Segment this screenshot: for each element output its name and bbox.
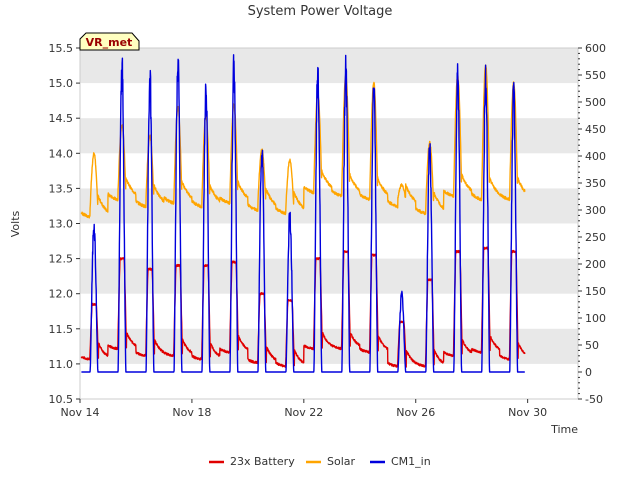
- y-tick-label: 11.5: [49, 323, 74, 336]
- site-badge: VR_met: [79, 32, 140, 51]
- y2-tick-label: 150: [585, 285, 606, 298]
- grid-band: [80, 258, 578, 294]
- grid-band: [80, 188, 578, 224]
- y-tick-label: 14.5: [49, 112, 74, 125]
- legend-label-cm1: CM1_in: [391, 455, 431, 468]
- y2-tick-label: 100: [585, 312, 606, 325]
- y2-tick-label: 300: [585, 204, 606, 217]
- y2-tick-label: 550: [585, 69, 606, 82]
- grid-band: [80, 48, 578, 84]
- y2-tick-label: 200: [585, 258, 606, 271]
- y-tick-label: 12.5: [49, 253, 74, 266]
- y2-tick-label: 500: [585, 96, 606, 109]
- x-tick-label: Nov 26: [396, 406, 435, 419]
- y2-tick-label: 0: [585, 366, 592, 379]
- y2-tick-label: 600: [585, 42, 606, 55]
- y2-tick-label: 50: [585, 339, 599, 352]
- legend: 23x Battery Solar CM1_in: [209, 455, 431, 468]
- legend-label-battery: 23x Battery: [230, 455, 295, 468]
- legend-label-solar: Solar: [327, 455, 356, 468]
- grid-band: [80, 118, 578, 154]
- y-tick-label: 10.5: [49, 393, 74, 406]
- y-tick-label: 14.0: [49, 147, 74, 160]
- y-axis-label: Volts: [9, 210, 22, 237]
- y-tick-label: 12.0: [49, 288, 74, 301]
- chart: 10.5 11.0 11.5 12.0 12.5 13.0 13.5 14.0 14.5 15.0…: [9, 4, 606, 468]
- badge-label: VR_met: [86, 36, 133, 49]
- y-tick-label: 11.0: [49, 358, 74, 371]
- x-tick-label: Nov 22: [284, 406, 323, 419]
- x-tick-label: Nov 14: [61, 406, 100, 419]
- y-tick-label: 13.0: [49, 218, 74, 231]
- y2-tick-label: 450: [585, 123, 606, 136]
- y2-tick-label: 400: [585, 150, 606, 163]
- x-axis-label: Time: [550, 423, 578, 436]
- grid-bands: [80, 48, 578, 364]
- y-tick-label: 15.0: [49, 77, 74, 90]
- y2-tick-label: 250: [585, 231, 606, 244]
- x-tick-label: Nov 18: [172, 406, 211, 419]
- y2-tick-label: -50: [585, 393, 603, 406]
- y-tick-label: 13.5: [49, 182, 74, 195]
- y-tick-label: 15.5: [49, 42, 74, 55]
- x-tick-label: Nov 30: [508, 406, 547, 419]
- y2-tick-label: 350: [585, 177, 606, 190]
- chart-title: System Power Voltage: [248, 4, 393, 19]
